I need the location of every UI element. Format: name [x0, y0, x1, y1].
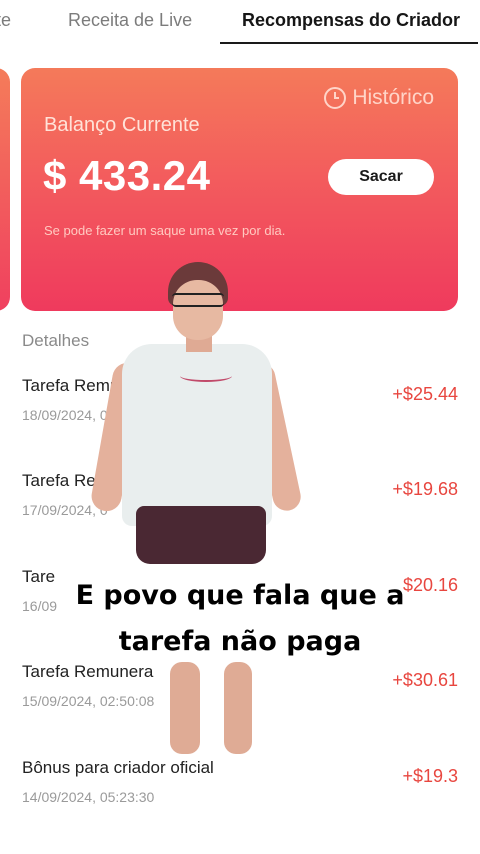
item-date: 14/09/2024, 05:23:30: [22, 789, 155, 805]
item-amount: +$19.3: [402, 766, 458, 786]
item-amount: +$30.61: [392, 670, 458, 690]
item-amount: +$19.68: [392, 479, 458, 499]
person-leg-right: [224, 662, 252, 754]
person-face: [173, 280, 223, 340]
tab-creator-rewards[interactable]: Recompensas do Criador: [242, 10, 460, 31]
tab-live-revenue[interactable]: Receita de Live: [68, 10, 192, 31]
item-date: 18/09/2024, 0: [22, 407, 108, 423]
tab-partial[interactable]: nte: [0, 10, 11, 31]
clock-icon: [324, 87, 347, 109]
video-caption: E povo que fala que a tarefa não paga: [0, 573, 480, 665]
history-label: Histórico: [352, 86, 434, 109]
caption-line-1: E povo que fala que a: [75, 580, 405, 611]
history-link[interactable]: Histórico: [324, 86, 434, 110]
caption-line-2: tarefa não paga: [118, 626, 362, 657]
withdraw-note: Se pode fazer um saque uma vez por dia.: [44, 223, 286, 238]
person-leg-left: [170, 662, 200, 754]
details-title: Detalhes: [22, 331, 90, 350]
active-tab-indicator: [220, 42, 478, 44]
glasses-icon: [172, 293, 224, 307]
withdraw-button[interactable]: Sacar: [328, 159, 434, 195]
balance-value: $ 433.24: [43, 152, 211, 199]
person-overlay: [89, 262, 304, 757]
shirt-print: [180, 370, 232, 382]
balance-label: Balanço Currente: [44, 114, 200, 136]
previous-card[interactable]: [0, 68, 10, 311]
list-item[interactable]: Bônus para criador oficial 14/09/2024, 0…: [0, 758, 480, 828]
tab-bar: nte Receita de Live Recompensas do Criad…: [0, 0, 480, 46]
person-shorts: [136, 506, 266, 564]
item-amount: +$25.44: [392, 384, 458, 404]
item-title: Bônus para criador oficial: [22, 758, 214, 777]
